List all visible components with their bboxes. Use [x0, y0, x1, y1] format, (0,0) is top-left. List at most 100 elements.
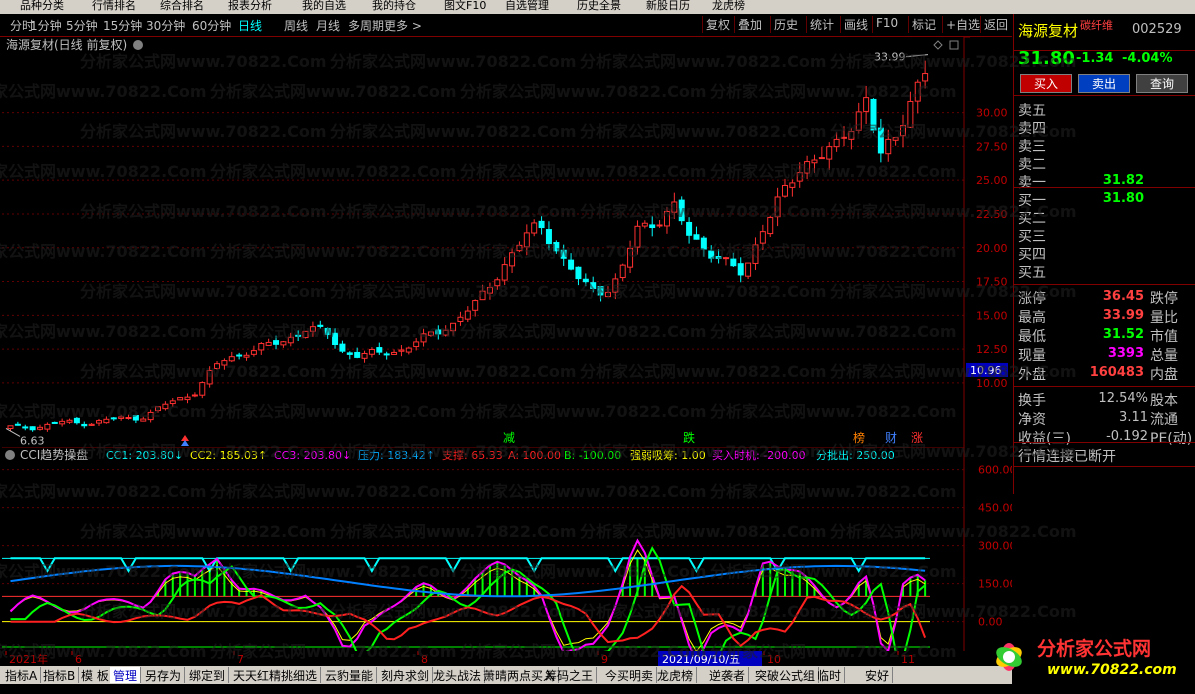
indicator-legend-item: CC1: 203.80↓ — [106, 449, 183, 462]
event-marker[interactable]: 榜 — [853, 430, 865, 445]
toolbar-button[interactable]: 叠加 — [734, 16, 762, 33]
candle-body — [840, 136, 847, 139]
date-label: 9 — [601, 653, 608, 666]
candle-body — [258, 343, 265, 351]
toolbar-button[interactable]: F10 — [872, 16, 898, 33]
candle-body — [280, 341, 287, 346]
top-menu-item[interactable]: 报表分析 — [228, 0, 272, 13]
candle-body — [848, 130, 855, 140]
top-menu-item[interactable]: 图文F10 — [444, 0, 486, 13]
formula-tab[interactable]: 逆袭者 — [706, 667, 750, 683]
buy-level-label: 买五 — [1018, 265, 1046, 281]
formula-tab[interactable]: 另存为 — [142, 667, 186, 683]
formula-tab[interactable]: 管理 — [110, 667, 142, 683]
price-tick-label: 10.00 — [976, 377, 1008, 390]
indicator-tick-label: 300.00 — [978, 540, 1012, 553]
candle-body — [346, 352, 353, 355]
event-marker[interactable]: 涨 — [911, 430, 923, 445]
indicator-tick-label: 0.00 — [978, 616, 1003, 629]
kline-chart[interactable]: 30.00 27.50 25.00 22.50 20.00 17.50 15.00 12.50… — [2, 36, 1012, 447]
candle-body — [147, 411, 154, 421]
query-button[interactable]: 查询 — [1136, 74, 1188, 93]
sector-badge[interactable]: 碳纤维 — [1080, 17, 1113, 33]
formula-tab[interactable]: 今买明卖 — [602, 667, 658, 683]
title-dropdown-icon[interactable] — [133, 40, 143, 50]
event-marker[interactable]: 跌 — [683, 430, 695, 445]
stat-value: 160483 — [1089, 365, 1144, 380]
period-tab[interactable]: 日线 — [238, 17, 262, 34]
top-menu-item[interactable]: 自选管理 — [505, 0, 549, 13]
stat-value: 33.99 — [1102, 308, 1144, 323]
formula-tab[interactable]: 指标B — [40, 667, 80, 683]
candle-body — [51, 421, 58, 424]
formula-tab[interactable]: 云豹量能 — [322, 667, 378, 683]
candle-body — [715, 256, 722, 259]
candle-body — [332, 332, 339, 345]
event-marker[interactable]: 财 — [885, 431, 897, 445]
formula-tab[interactable]: 临时 — [814, 667, 846, 683]
candle-body — [103, 418, 110, 424]
date-axis-bg — [2, 651, 1012, 666]
formula-tab[interactable]: 模 板 — [78, 667, 113, 683]
period-tab[interactable]: 60分钟 — [192, 17, 231, 34]
indicator-name: CCI趋势操盘 — [20, 447, 88, 462]
candle-body — [221, 360, 228, 366]
toolbar-button[interactable]: +自选 — [942, 16, 980, 33]
buy-button[interactable]: 买入 — [1020, 74, 1072, 93]
top-menu-item[interactable]: 新股日历 — [646, 0, 690, 13]
indicator-dropdown-icon[interactable] — [5, 450, 15, 460]
stock-code: 002529 — [1132, 22, 1182, 37]
top-menu-item[interactable]: 龙虎榜 — [712, 0, 745, 13]
formula-tab[interactable]: 突破公式组 — [752, 667, 820, 683]
candle-body — [132, 414, 139, 421]
candle-body — [184, 396, 191, 401]
period-tab[interactable]: 周线 — [284, 17, 308, 34]
series-line-cc1 — [10, 545, 926, 670]
candle-body — [604, 291, 611, 298]
candle-body — [656, 224, 663, 227]
period-tab[interactable]: 多周期 — [348, 17, 384, 34]
top-menu-item[interactable]: 我的自选 — [302, 0, 346, 13]
formula-tab[interactable]: 天天红精挑细选 — [230, 667, 322, 683]
formula-tab[interactable]: 筹码之王 — [542, 667, 598, 683]
period-tab[interactable]: 更多 > — [384, 17, 422, 34]
formula-tab[interactable]: 刻舟求剑 — [378, 667, 434, 683]
top-menu-item[interactable]: 综合排名 — [160, 0, 204, 13]
formula-tab[interactable]: 龙虎榜 — [654, 667, 698, 683]
candle-body — [863, 97, 870, 112]
candle-body — [368, 348, 375, 355]
candle-body — [745, 262, 752, 277]
toolbar-button[interactable]: 画线 — [840, 16, 868, 33]
stat-label: 收益(三) — [1018, 431, 1071, 447]
period-tab[interactable]: 15分钟 — [103, 17, 142, 34]
formula-tab[interactable]: 绑定到 — [186, 667, 230, 683]
formula-tab[interactable]: 龙头战法 — [430, 667, 486, 683]
diamond-icon[interactable] — [933, 40, 943, 50]
period-tab[interactable]: 5分钟 — [66, 17, 98, 34]
stat-label: 内盘 — [1150, 367, 1178, 383]
indicator-legend-item: 支撑: 65.33 — [442, 448, 503, 462]
top-menu-item[interactable]: 行情排名 — [92, 0, 136, 13]
period-tab[interactable]: 1分钟 — [30, 17, 62, 34]
toolbar-button[interactable]: 复权 — [702, 16, 730, 33]
top-menu-item[interactable]: 历史全景 — [577, 0, 621, 13]
sell-button[interactable]: 卖出 — [1078, 74, 1130, 93]
toolbar-button[interactable]: 历史 — [770, 16, 798, 33]
toolbar-button[interactable]: 返回 — [980, 16, 1008, 33]
period-tab[interactable]: 月线 — [316, 17, 340, 34]
maximize-icon[interactable] — [949, 40, 959, 50]
candle-body — [885, 138, 892, 155]
top-menu-item[interactable]: 品种分类 — [20, 0, 64, 13]
period-tab[interactable]: 30分钟 — [146, 17, 185, 34]
top-menu-item[interactable]: 我的持仓 — [372, 0, 416, 13]
formula-tab[interactable]: 指标A — [2, 667, 42, 683]
formula-tab[interactable]: 安好 — [862, 667, 894, 683]
event-marker[interactable]: 减 — [503, 431, 515, 445]
toolbar-button[interactable]: 统计 — [806, 16, 834, 33]
candle-body — [59, 420, 66, 425]
indicator-chart[interactable]: 600.00 450.00 300.00 150.00 0.00 CCI趋势操盘 CC1: … — [2, 446, 1017, 670]
stat-label: 流通 — [1150, 412, 1178, 428]
toolbar-button[interactable]: 标记 — [908, 16, 936, 33]
stat-value: 12.54% — [1098, 391, 1148, 406]
price-tick-label: 22.50 — [976, 208, 1008, 221]
